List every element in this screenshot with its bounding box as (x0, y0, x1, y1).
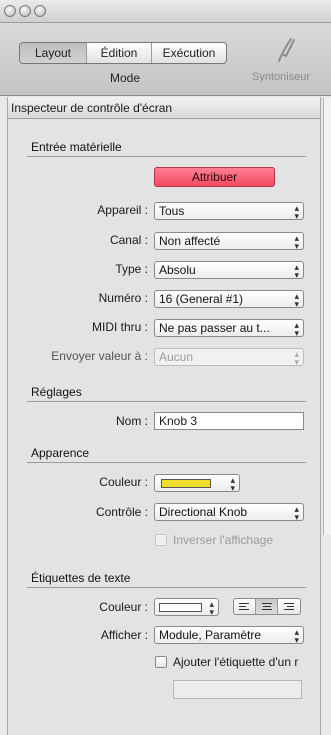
tab-edition[interactable]: Édition (87, 43, 152, 63)
name-field[interactable]: Knob 3 (154, 412, 304, 430)
name-label: Nom : (115, 414, 148, 428)
section-title-settings: Réglages (31, 385, 82, 399)
popup-arrows-icon: ▴ ▾ (294, 233, 299, 250)
color-label: Couleur : (99, 475, 148, 489)
text-color-popup[interactable]: ▴ ▾ (154, 598, 219, 616)
section-title-appearance: Apparence (31, 446, 90, 460)
midi-thru-label: MIDI thru : (91, 320, 148, 334)
popup-arrows-icon: ▴ ▾ (294, 320, 299, 337)
control-value: Directional Knob (159, 505, 248, 519)
inspector-header: Inspecteur de contrôle d'écran (8, 97, 320, 119)
control-popup[interactable]: Directional Knob ▴ ▾ (154, 503, 304, 521)
align-right-icon[interactable] (278, 599, 300, 614)
popup-arrows-icon: ▴ ▾ (209, 599, 214, 616)
channel-label: Canal : (109, 233, 148, 247)
align-center-icon[interactable] (256, 599, 278, 614)
add-label-field[interactable] (173, 680, 302, 699)
show-popup[interactable]: Module, Paramètre ▴ ▾ (154, 626, 304, 644)
text-color-label: Couleur : (99, 600, 148, 614)
tuner-label[interactable]: Syntoniseur (252, 71, 310, 83)
show-label: Afficher : (100, 628, 148, 642)
section-title-hardware-input: Entrée matérielle (31, 140, 122, 154)
toolbar: Layout Édition Exécution Mode Syntoniseu… (0, 23, 331, 96)
color-popup[interactable]: ▴ ▾ (154, 474, 240, 492)
popup-arrows-icon: ▴ ▾ (294, 203, 299, 220)
type-label: Type : (115, 262, 148, 276)
control-label: Contrôle : (95, 505, 148, 519)
popup-arrows-icon: ▴ ▾ (294, 262, 299, 279)
divider (27, 462, 306, 463)
tuning-fork-icon[interactable] (273, 37, 297, 66)
channel-value: Non affecté (159, 234, 221, 248)
device-popup[interactable]: Tous ▴ ▾ (154, 202, 304, 220)
zoom-window-button[interactable] (34, 5, 46, 17)
divider (27, 587, 306, 588)
channel-popup[interactable]: Non affecté ▴ ▾ (154, 232, 304, 250)
number-popup[interactable]: 16 (General #1) ▴ ▾ (154, 290, 304, 308)
number-value: 16 (General #1) (159, 292, 244, 306)
close-window-button[interactable] (4, 5, 16, 17)
tab-layout[interactable]: Layout (20, 43, 87, 63)
midi-thru-value: Ne pas passer au t... (159, 321, 270, 335)
popup-arrows-icon: ▴ ▾ (230, 475, 235, 492)
tab-execution[interactable]: Exécution (152, 43, 226, 63)
section-title-text-labels: Étiquettes de texte (31, 571, 131, 585)
window-titlebar (0, 0, 331, 23)
text-alignment-control (233, 598, 301, 615)
align-left-icon[interactable] (234, 599, 256, 614)
text-color-swatch (159, 603, 202, 612)
popup-arrows-icon: ▴ ▾ (294, 291, 299, 308)
invert-display-label: Inverser l'affichage (173, 533, 274, 547)
number-label: Numéro : (98, 291, 148, 305)
add-label-checkbox[interactable] (155, 656, 167, 668)
mode-segmented-control: Layout Édition Exécution (19, 42, 227, 64)
send-value-label: Envoyer valeur à : (51, 349, 148, 363)
send-value-popup: Aucun ▴ ▾ (154, 348, 304, 366)
popup-arrows-icon: ▴ ▾ (294, 504, 299, 521)
invert-display-checkbox[interactable] (155, 534, 167, 546)
type-value: Absolu (159, 263, 196, 277)
assign-button[interactable]: Attribuer (154, 167, 275, 187)
popup-arrows-icon: ▴ ▾ (294, 627, 299, 644)
color-swatch (161, 479, 211, 488)
divider (27, 401, 306, 402)
midi-thru-popup[interactable]: Ne pas passer au t... ▴ ▾ (154, 319, 304, 337)
device-label: Appareil : (97, 203, 148, 217)
device-value: Tous (159, 204, 185, 218)
send-value-value: Aucun (159, 350, 194, 364)
mode-label: Mode (110, 71, 141, 85)
scrollbar[interactable] (323, 98, 331, 535)
add-label-text: Ajouter l'étiquette d'un r (173, 655, 299, 669)
popup-arrows-icon: ▴ ▾ (294, 349, 299, 366)
divider (27, 156, 306, 157)
type-popup[interactable]: Absolu ▴ ▾ (154, 261, 304, 279)
minimize-window-button[interactable] (19, 5, 31, 17)
show-value: Module, Paramètre (159, 628, 262, 642)
